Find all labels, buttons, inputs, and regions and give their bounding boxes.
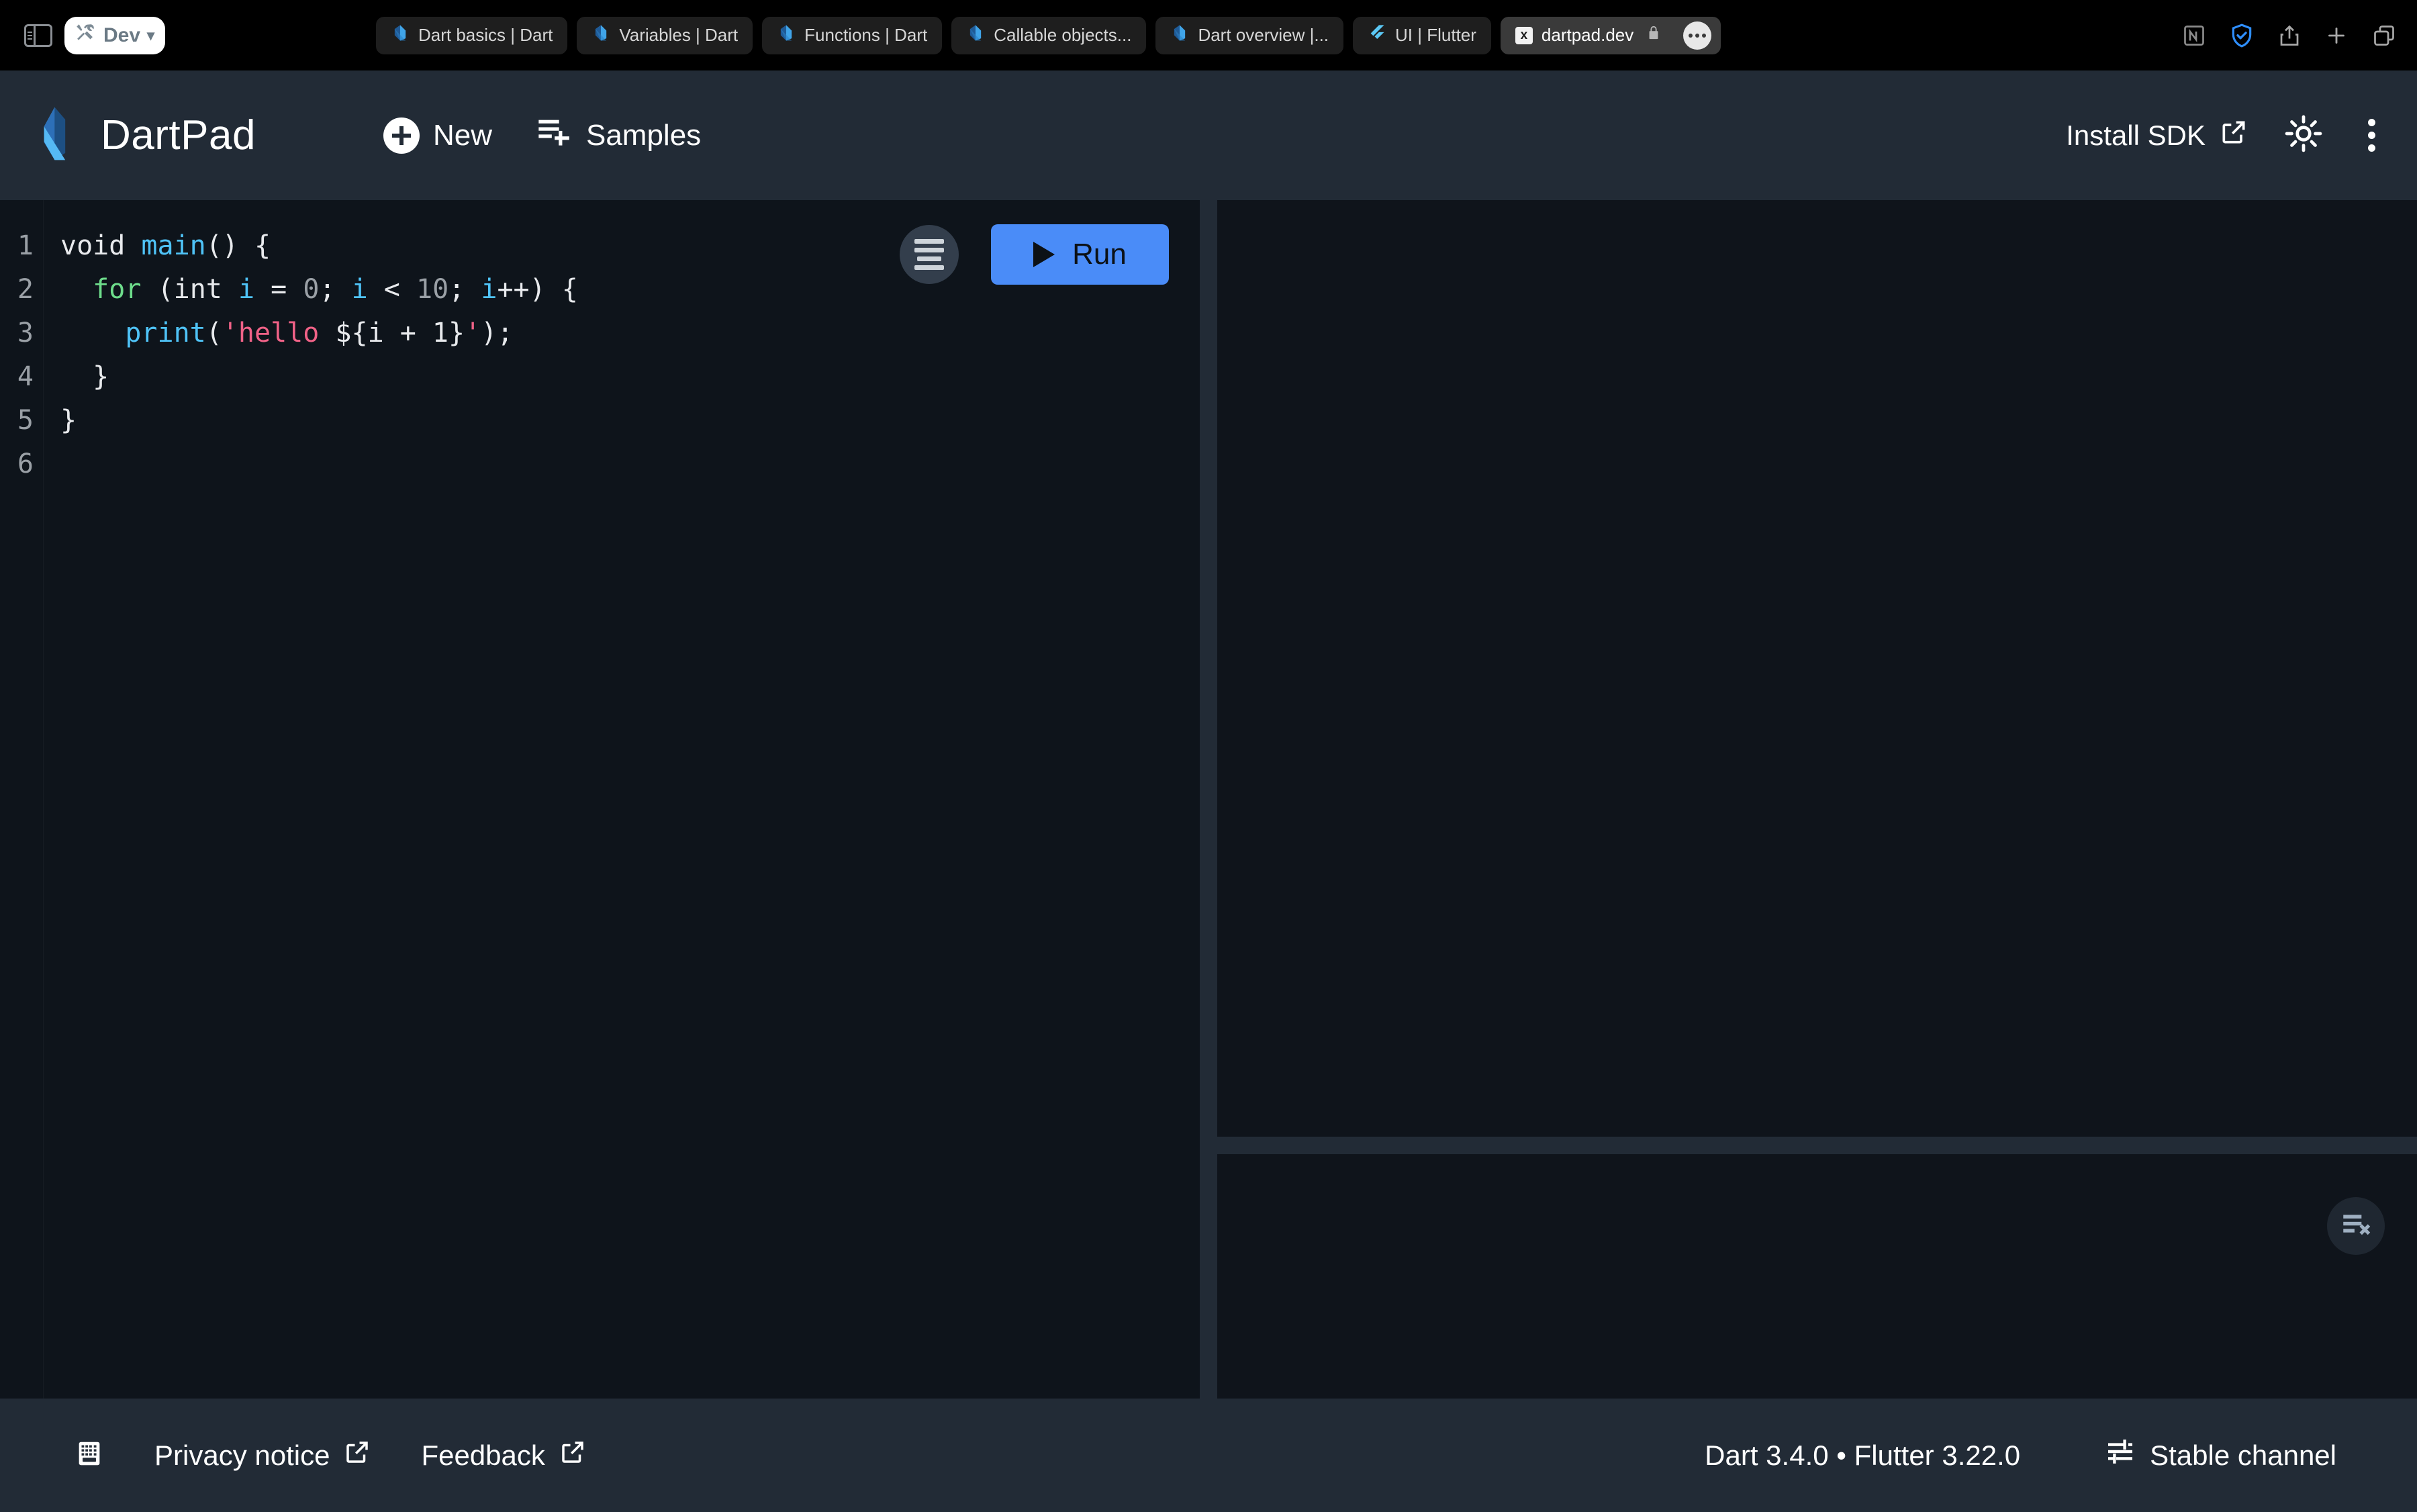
code-editor-pane[interactable]: 1 void main() { 2 for (int i = 0; i < 10…	[0, 200, 1200, 1399]
samples-button-label: Samples	[585, 118, 702, 152]
format-align-left-icon	[914, 239, 944, 244]
flutter-logo-icon	[1368, 23, 1386, 47]
main-body: 1 void main() { 2 for (int i = 0; i < 10…	[0, 200, 2417, 1399]
dart-logo-icon	[966, 23, 985, 47]
header-right: Install SDK	[2066, 70, 2385, 200]
install-sdk-button[interactable]: Install SDK	[2066, 117, 2248, 154]
line-number: 1	[17, 230, 34, 261]
dart-logo-icon	[1170, 23, 1189, 47]
browser-tab-active[interactable]: x dartpad.dev	[1500, 16, 1721, 54]
tab-title: UI | Flutter	[1395, 25, 1476, 45]
line-number: 3	[17, 318, 34, 348]
plus-circle-icon	[383, 117, 420, 154]
keyboard-shortcuts-icon[interactable]	[74, 1438, 105, 1472]
browser-tab[interactable]: Variables | Dart	[577, 16, 753, 54]
dart-logo-icon	[591, 23, 610, 47]
line-number: 6	[17, 448, 34, 479]
right-column	[1217, 200, 2417, 1399]
status-bar: Privacy notice Feedback Dart 3.4.0 • Flu…	[0, 1399, 2417, 1512]
horizontal-splitter[interactable]	[1217, 1137, 2417, 1154]
feedback-label: Feedback	[421, 1439, 545, 1471]
open-in-new-icon	[343, 1438, 371, 1473]
dart-logo-icon	[777, 23, 796, 47]
tab-overview-icon[interactable]	[2371, 23, 2397, 48]
version-info: Dart 3.4.0 • Flutter 3.22.0	[1705, 1439, 2021, 1471]
privacy-notice-label: Privacy notice	[154, 1439, 330, 1471]
adguard-shield-icon[interactable]	[2229, 22, 2255, 49]
vertical-splitter[interactable]	[1200, 200, 1217, 1399]
playlist-add-icon	[534, 114, 573, 156]
dartpad-logo-icon	[38, 105, 81, 165]
output-pane[interactable]	[1217, 200, 2417, 1137]
sidebar-toggle-icon[interactable]	[24, 23, 52, 47]
brand: DartPad	[0, 105, 256, 165]
more-vert-icon[interactable]	[2359, 112, 2385, 158]
tab-menu-icon[interactable]	[1683, 21, 1712, 50]
share-icon[interactable]	[2277, 22, 2302, 49]
dart-logo-icon	[391, 23, 410, 47]
line-number: 5	[17, 405, 34, 436]
new-tab-plus-icon[interactable]	[2324, 23, 2349, 48]
channel-selector[interactable]: Stable channel	[2104, 1436, 2336, 1475]
run-button[interactable]: Run	[991, 224, 1169, 285]
status-bar-left: Privacy notice Feedback	[0, 1438, 587, 1473]
run-button-label: Run	[1072, 238, 1127, 271]
tab-title: Dart overview |...	[1198, 25, 1329, 45]
tab-title: Functions | Dart	[804, 25, 928, 45]
code-line: 5 }	[0, 399, 1200, 442]
dartpad-header: DartPad New Samples Install SDK	[0, 70, 2417, 200]
x-favicon-icon: x	[1515, 26, 1533, 44]
header-actions: New Samples	[383, 114, 701, 156]
notion-icon[interactable]	[2182, 23, 2206, 48]
code-line: 3 print('hello ${i + 1}');	[0, 312, 1200, 355]
feedback-link[interactable]: Feedback	[421, 1438, 586, 1473]
brightness-sun-icon[interactable]	[2283, 113, 2324, 157]
browser-tabstrip: Dart basics | Dart Variables | Dart Func…	[376, 0, 1721, 70]
play-arrow-icon	[1033, 242, 1055, 267]
code-line: 4 }	[0, 355, 1200, 399]
code-line: 6	[0, 442, 1200, 486]
line-number: 4	[17, 361, 34, 392]
console-pane[interactable]	[1217, 1154, 2417, 1399]
page-title: DartPad	[101, 112, 256, 158]
new-button-label: New	[432, 118, 492, 152]
code-line-text: print('hello ${i + 1}');	[125, 318, 514, 348]
tab-title: dartpad.dev	[1541, 25, 1634, 45]
code-line-text: }	[60, 405, 77, 436]
code-line-text: }	[93, 361, 109, 392]
clear-console-icon	[2339, 1208, 2373, 1245]
profile-label: Dev	[103, 23, 141, 46]
tab-title: Dart basics | Dart	[418, 25, 553, 45]
status-bar-right: Dart 3.4.0 • Flutter 3.22.0 Stable chann…	[1705, 1436, 2336, 1475]
tab-title: Variables | Dart	[619, 25, 739, 45]
profile-dev-button[interactable]: Dev ▾	[64, 16, 166, 54]
code-line-text: for (int i = 0; i < 10; i++) {	[93, 274, 578, 305]
format-code-button[interactable]	[900, 225, 959, 284]
new-button[interactable]: New	[383, 117, 492, 154]
browser-chrome-left: Dev ▾	[0, 16, 166, 54]
tools-icon	[74, 21, 97, 50]
lock-icon	[1646, 24, 1661, 46]
browser-tab[interactable]: UI | Flutter	[1353, 16, 1491, 54]
line-number: 2	[17, 274, 34, 305]
code-line-text: void main() {	[60, 230, 271, 261]
browser-chrome: Dev ▾ Dart basics | Dart Variables | Dar…	[0, 0, 2417, 70]
browser-tab[interactable]: Callable objects...	[951, 16, 1147, 54]
tab-title: Callable objects...	[994, 25, 1132, 45]
tune-icon	[2104, 1436, 2136, 1475]
browser-tab[interactable]: Functions | Dart	[762, 16, 943, 54]
open-in-new-icon	[559, 1438, 587, 1473]
privacy-notice-link[interactable]: Privacy notice	[154, 1438, 371, 1473]
editor-action-buttons: Run	[900, 224, 1169, 285]
clear-console-button[interactable]	[2327, 1197, 2385, 1255]
chevron-down-icon: ▾	[147, 26, 155, 44]
install-sdk-label: Install SDK	[2066, 119, 2206, 151]
samples-button[interactable]: Samples	[534, 114, 701, 156]
browser-tab[interactable]: Dart overview |...	[1155, 16, 1344, 54]
channel-label: Stable channel	[2150, 1439, 2336, 1471]
browser-tab[interactable]: Dart basics | Dart	[376, 16, 568, 54]
browser-toolbar-icons	[2182, 0, 2397, 70]
open-in-new-icon	[2219, 117, 2248, 154]
